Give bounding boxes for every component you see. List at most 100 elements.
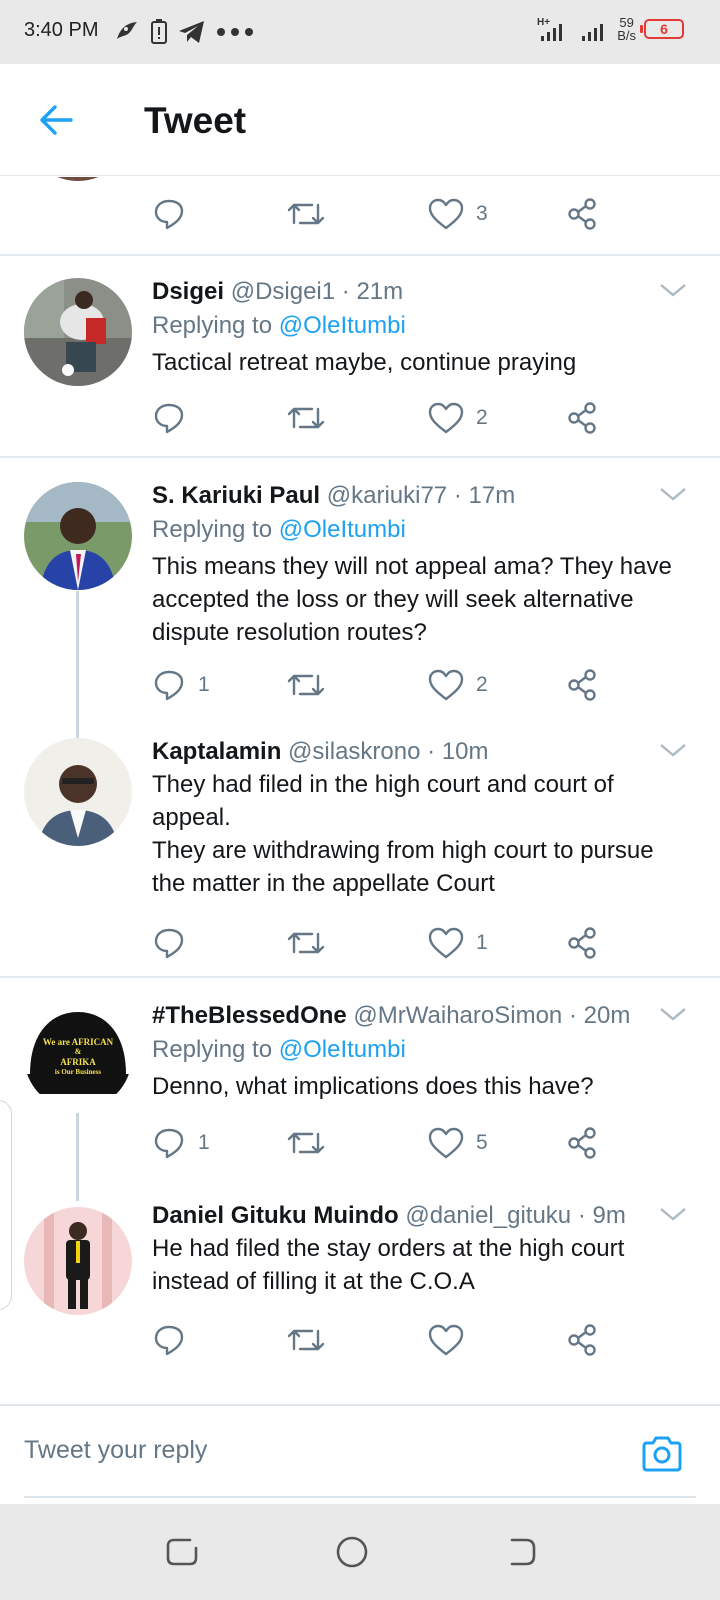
share-button[interactable] — [566, 921, 600, 965]
separator-dot: · — [341, 278, 350, 305]
tweet-time: 9m — [592, 1202, 626, 1229]
reply-button[interactable]: 1 — [152, 663, 210, 707]
back-nav-button[interactable] — [504, 1534, 540, 1570]
like-button[interactable] — [428, 1318, 464, 1362]
arrow-left-icon — [40, 105, 73, 135]
author-name[interactable]: #TheBlessedOne — [152, 1002, 347, 1029]
cap-slogan-line: & — [74, 1047, 82, 1056]
edge-panel-handle[interactable] — [0, 1100, 12, 1310]
reply-button[interactable]: 1 — [152, 1121, 210, 1165]
share-button[interactable] — [566, 1121, 600, 1165]
mention-link[interactable]: @OleItumbi — [279, 516, 406, 543]
tweet-content: #TheBlessedOne @MrWaiharoSimon · 20m Rep… — [152, 1000, 690, 1103]
retweet-button[interactable] — [286, 663, 326, 707]
retweet-button[interactable] — [286, 192, 326, 236]
home-button[interactable] — [334, 1534, 370, 1570]
author-handle[interactable]: @daniel_gituku — [405, 1202, 571, 1229]
author-handle[interactable]: @MrWaiharoSimon — [353, 1002, 562, 1029]
like-button[interactable]: 2 — [428, 396, 488, 440]
like-button[interactable]: 1 — [428, 921, 488, 965]
retweet-button[interactable] — [286, 396, 326, 440]
author-name[interactable]: Kaptalamin — [152, 738, 281, 765]
reply-input[interactable] — [24, 1436, 584, 1465]
replying-to: Replying to @OleItumbi — [152, 308, 690, 344]
battery-alert-icon — [151, 19, 167, 44]
tweet[interactable]: S. Kariuki Paul @kariuki77 · 17m Replyin… — [0, 458, 720, 718]
reply-button[interactable] — [152, 921, 186, 965]
back-button[interactable] — [34, 98, 78, 142]
replying-prefix: Replying to — [152, 516, 279, 543]
reply-count: 1 — [198, 1131, 210, 1154]
tweet-time: 10m — [441, 738, 489, 765]
recent-apps-button[interactable] — [164, 1534, 200, 1570]
avatar[interactable] — [24, 738, 132, 846]
reply-icon — [154, 1325, 184, 1356]
tweet-time: 20m — [583, 1002, 631, 1029]
reply-count: 1 — [198, 673, 210, 696]
tweet[interactable]: Daniel Gituku Muindo @daniel_gituku · 9m… — [0, 1178, 720, 1378]
tweet-menu-button[interactable] — [658, 484, 688, 504]
reply-button[interactable] — [152, 192, 186, 236]
cap-slogan-line: is Our Business — [54, 1068, 102, 1076]
author-handle[interactable]: @silaskrono — [288, 738, 420, 765]
like-count: 2 — [476, 673, 488, 696]
separator-dot: · — [577, 1202, 586, 1229]
retweet-button[interactable] — [286, 1121, 326, 1165]
tweet[interactable]: Kaptalamin @silaskrono · 10m They had fi… — [0, 718, 720, 976]
tweet-content: Kaptalamin @silaskrono · 10m They had fi… — [152, 736, 690, 900]
signal-icon — [582, 24, 604, 41]
replying-to: Replying to @OleItumbi — [152, 1032, 690, 1068]
share-icon — [568, 1127, 596, 1159]
avatar[interactable]: We are AFRICAN & AFRIKA is Our Business — [24, 1002, 132, 1110]
retweet-icon — [287, 1329, 325, 1351]
share-button[interactable] — [566, 663, 600, 707]
retweet-button[interactable] — [286, 921, 326, 965]
share-button[interactable] — [566, 396, 600, 440]
share-button[interactable] — [566, 192, 600, 236]
author-name[interactable]: Daniel Gituku Muindo — [152, 1202, 399, 1229]
tweet-menu-button[interactable] — [658, 280, 688, 300]
retweet-icon — [287, 203, 325, 225]
tweet-actions: 3 — [152, 192, 622, 236]
status-bar: 3:40 PM H+ 59 B/s 6 — [0, 0, 720, 64]
mention-link[interactable]: @OleItumbi — [279, 1036, 406, 1063]
tweet-actions: 2 — [152, 396, 622, 440]
avatar[interactable] — [24, 177, 132, 181]
reply-button[interactable] — [152, 396, 186, 440]
like-button[interactable]: 5 — [428, 1121, 488, 1165]
status-notification-icons — [114, 18, 256, 46]
tweet-menu-button[interactable] — [658, 1004, 688, 1024]
retweet-button[interactable] — [286, 1318, 326, 1362]
tweet[interactable]: Dsigei @Dsigei1 · 21m Replying to @OleIt… — [0, 256, 720, 456]
retweet-icon — [287, 674, 325, 696]
author-handle[interactable]: @Dsigei1 — [231, 278, 335, 305]
avatar[interactable] — [24, 482, 132, 590]
tweet-actions — [152, 1318, 622, 1362]
author-handle[interactable]: @kariuki77 — [327, 482, 447, 509]
author-name[interactable]: Dsigei — [152, 278, 224, 305]
tweet[interactable]: We are AFRICAN & AFRIKA is Our Business … — [0, 978, 720, 1178]
reply-button[interactable] — [152, 1318, 186, 1362]
tweet-time: 17m — [468, 482, 516, 509]
retweet-icon — [287, 1132, 325, 1154]
mention-link[interactable]: @OleItumbi — [279, 312, 406, 339]
avatar[interactable] — [24, 278, 132, 386]
tweet-menu-button[interactable] — [658, 740, 688, 760]
status-time: 3:40 PM — [24, 19, 99, 41]
camera-button[interactable] — [640, 1434, 684, 1478]
share-button[interactable] — [566, 1318, 600, 1362]
tweet-menu-button[interactable] — [658, 1204, 688, 1224]
app-header: Tweet — [0, 64, 720, 176]
reply-icon — [154, 928, 184, 959]
camera-icon — [642, 1436, 682, 1472]
share-icon — [568, 1324, 596, 1356]
tweet-actions: 1 2 — [152, 663, 622, 707]
like-button[interactable]: 3 — [428, 192, 488, 236]
avatar-photo — [24, 278, 132, 386]
tweet-text: Tactical retreat maybe, continue praying — [152, 349, 577, 376]
author-name[interactable]: S. Kariuki Paul — [152, 482, 320, 509]
like-button[interactable]: 2 — [428, 663, 488, 707]
avatar[interactable] — [24, 1207, 132, 1315]
heart-icon — [428, 1324, 464, 1356]
tweet-feed[interactable]: 3 Dsigei @Dsigei1 · 21m Replying to @Ole… — [0, 177, 720, 1405]
